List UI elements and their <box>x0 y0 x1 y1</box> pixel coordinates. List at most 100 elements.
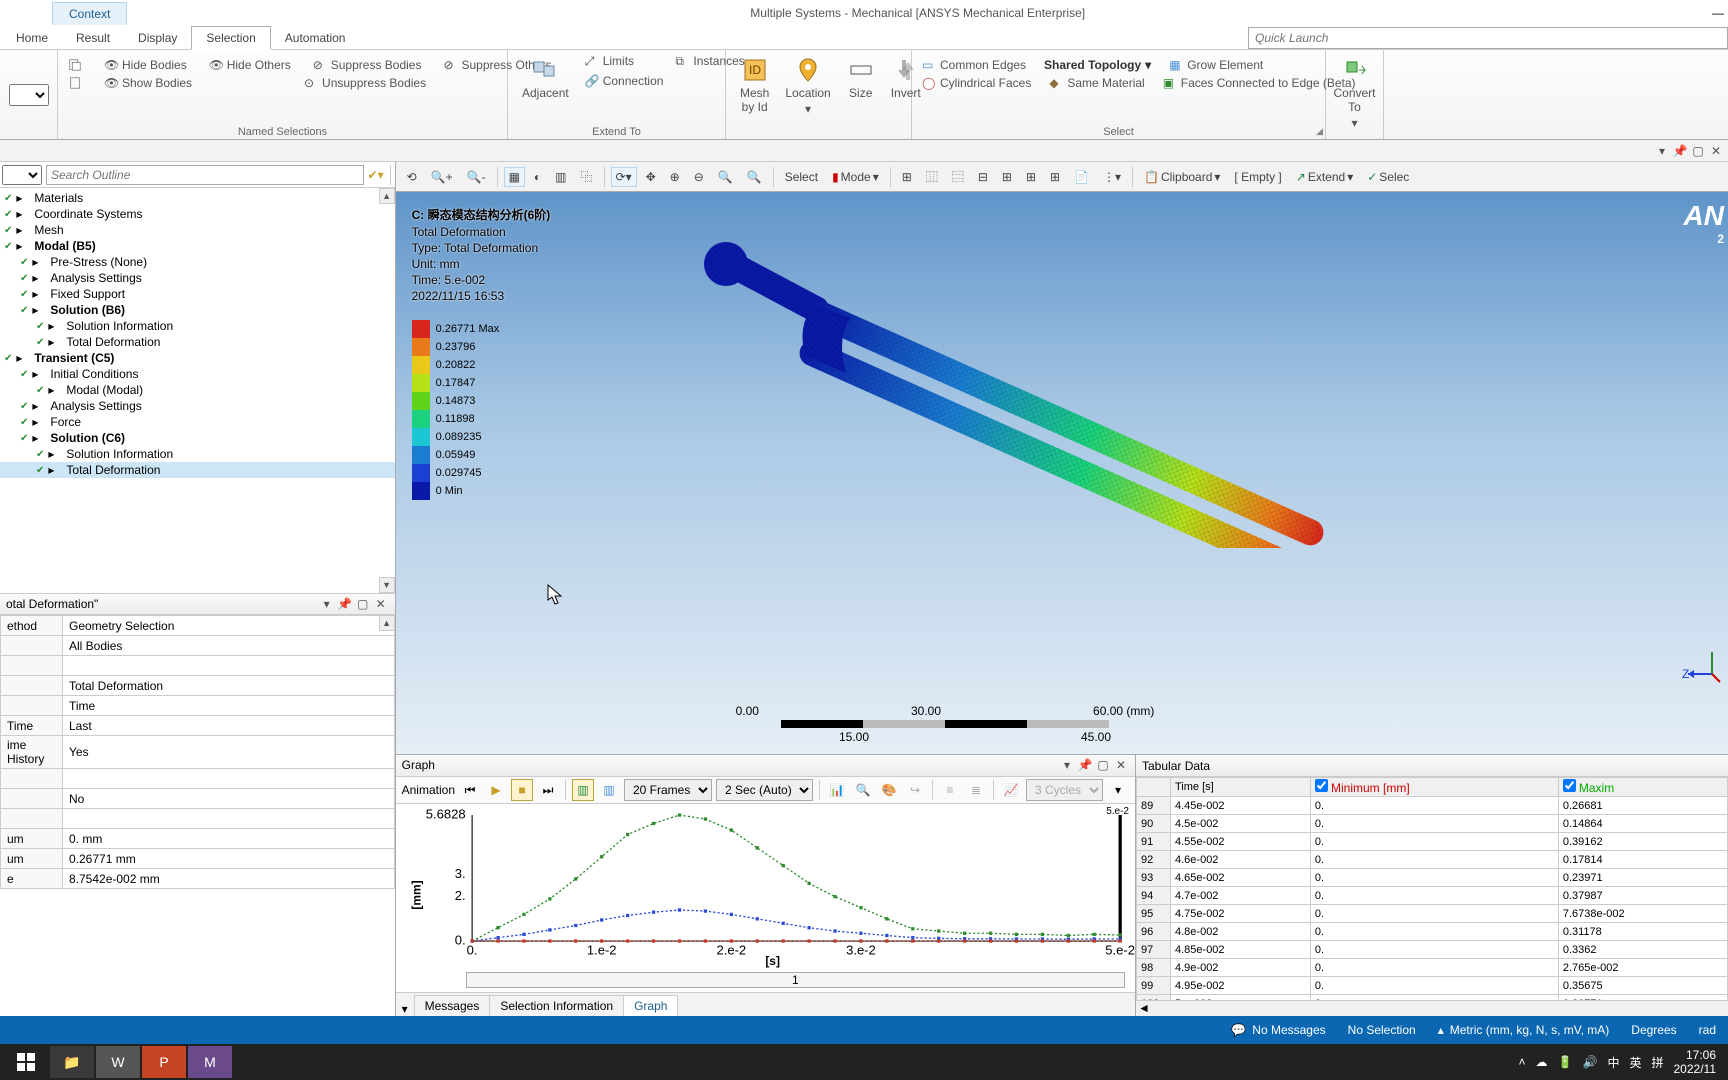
grow-element-button[interactable]: ▦Grow Element <box>1165 56 1267 74</box>
table-row[interactable]: 964.8e-0020.0.31178 <box>1137 923 1728 941</box>
tree-item[interactable]: ✔▸Coordinate Systems <box>0 206 395 222</box>
viewport-3d[interactable]: C: 瞬态模态结构分析(6阶) Total Deformation Type: … <box>396 192 1728 754</box>
table-row[interactable]: 924.6e-0020.0.17814 <box>1137 851 1728 869</box>
anim-last-icon[interactable]: ⏭ <box>537 779 559 801</box>
details-value[interactable]: 0. mm <box>63 829 395 849</box>
tray-cloud-icon[interactable]: ☁ <box>1536 1055 1548 1069</box>
graph-align-2-icon[interactable]: ≣ <box>965 779 987 801</box>
min-checkbox[interactable] <box>1315 779 1328 792</box>
graph-arrow-icon[interactable]: ↪ <box>904 779 926 801</box>
graph-chart-icon[interactable]: 📈 <box>1000 779 1022 801</box>
table-row[interactable]: 974.85e-0020.0.3362 <box>1137 941 1728 959</box>
details-value[interactable] <box>63 809 395 829</box>
tabular-body[interactable]: Time [s] Minimum [mm] Maxim 894.45e-0020… <box>1136 777 1728 1000</box>
sec-select[interactable]: 2 Sec (Auto) <box>716 779 813 801</box>
suppress-bodies-button[interactable]: ⊘Suppress Bodies <box>309 56 426 74</box>
select-dropdown[interactable]: ✓Selec <box>1362 167 1414 187</box>
details-value[interactable]: Last <box>63 716 395 736</box>
maximize-icon[interactable]: ▢ <box>1690 143 1706 159</box>
anim-mode-2-icon[interactable]: ▥ <box>598 779 620 801</box>
details-value[interactable] <box>63 656 395 676</box>
tree-item[interactable]: ✔▸Transient (C5) <box>0 350 395 366</box>
tab-selection-info[interactable]: Selection Information <box>489 995 624 1016</box>
scroll-down-icon[interactable]: ▼ <box>379 577 395 593</box>
extend-dropdown[interactable]: ↗Extend▾ <box>1291 167 1358 187</box>
tray-sound-icon[interactable]: 🔊 <box>1583 1055 1598 1069</box>
shared-topology-button[interactable]: Shared Topology▾ <box>1040 56 1155 74</box>
anim-mode-1-icon[interactable]: ▥ <box>572 779 594 801</box>
tree-item[interactable]: ✔▸Solution Information <box>0 446 395 462</box>
common-edges-button[interactable]: ▭Common Edges <box>918 56 1030 74</box>
hide-bodies-button[interactable]: 👁Hide Bodies <box>100 56 191 74</box>
details-grid[interactable]: ▲ ethodGeometry SelectionAll BodiesTotal… <box>0 615 395 1016</box>
tree-item[interactable]: ✔▸Solution Information <box>0 318 395 334</box>
tab-selection[interactable]: Selection <box>191 26 270 50</box>
zoom-fit-icon[interactable]: ⊕ <box>665 167 685 187</box>
table-row[interactable]: 894.45e-0020.0.26681 <box>1137 797 1728 815</box>
tree-item[interactable]: ✔▸Total Deformation <box>0 334 395 350</box>
frames-select[interactable]: 20 Frames <box>624 779 712 801</box>
ime-2[interactable]: 英 <box>1629 1054 1641 1071</box>
details-pin-icon[interactable]: 📌 <box>337 596 353 612</box>
vt-icon-2[interactable]: ⿲ <box>921 165 943 188</box>
copy-view-icon[interactable]: ⿻ <box>576 165 598 188</box>
scroll-up-icon[interactable]: ▲ <box>379 188 395 204</box>
size-button[interactable]: Size <box>839 52 883 120</box>
mode-dropdown[interactable]: ▮Mode▾ <box>827 167 884 187</box>
tree-item[interactable]: ✔▸Analysis Settings <box>0 398 395 414</box>
table-row[interactable]: 934.65e-0020.0.23971 <box>1137 869 1728 887</box>
tab-result[interactable]: Result <box>62 27 124 49</box>
powerpoint-icon[interactable]: P <box>142 1046 186 1078</box>
graph-dropdown-icon[interactable]: ▾ <box>1059 757 1075 773</box>
tree-item[interactable]: ✔▸Initial Conditions <box>0 366 395 382</box>
vt-icon-7[interactable]: ⊞ <box>1045 167 1065 187</box>
rotate-icon[interactable]: ⟳▾ <box>611 167 637 187</box>
tray-up-icon[interactable]: ˄ <box>1519 1055 1526 1069</box>
tree-item[interactable]: ✔▸Modal (B5) <box>0 238 395 254</box>
tab-graph[interactable]: Graph <box>623 995 678 1016</box>
anim-first-icon[interactable]: ⏮ <box>459 779 481 801</box>
table-row[interactable]: 914.55e-0020.0.39162 <box>1137 833 1728 851</box>
tab-automation[interactable]: Automation <box>271 27 360 49</box>
details-value[interactable] <box>63 769 395 789</box>
zoom-in-icon[interactable]: 🔍+ <box>426 167 458 187</box>
show-bodies-button[interactable]: 👁Show Bodies <box>100 74 196 92</box>
tree-item[interactable]: ✔▸Fixed Support <box>0 286 395 302</box>
search-clear-icon[interactable]: ✔▾ <box>368 168 384 182</box>
selection-dropdown[interactable] <box>9 84 49 106</box>
clipboard-dropdown[interactable]: 📋Clipboard▾ <box>1139 167 1225 187</box>
context-tab[interactable]: Context <box>52 2 127 25</box>
details-value[interactable]: All Bodies <box>63 636 395 656</box>
table-row[interactable]: 954.75e-0020.7.6738e-002 <box>1137 905 1728 923</box>
graph-slider[interactable]: 1 <box>466 972 1125 988</box>
outline-tree[interactable]: ▲ ▼ ✔▸Materials✔▸Coordinate Systems✔▸Mes… <box>0 188 395 593</box>
zoom-box-icon[interactable]: ⊖ <box>689 167 709 187</box>
vt-icon-6[interactable]: ⊞ <box>1021 167 1041 187</box>
unsuppress-bodies-button[interactable]: ⊙Unsuppress Bodies <box>300 74 430 92</box>
details-value[interactable]: Total Deformation <box>63 676 395 696</box>
triad-icon[interactable]: Z <box>1682 644 1722 684</box>
tab-home[interactable]: Home <box>2 27 62 49</box>
tab-messages[interactable]: Messages <box>414 995 491 1016</box>
table-row[interactable]: 944.7e-0020.0.37987 <box>1137 887 1728 905</box>
select-label[interactable]: Select <box>780 167 823 187</box>
location-button[interactable]: Location▾ <box>777 52 838 120</box>
outline-search-input[interactable] <box>46 165 364 185</box>
table-row[interactable]: 984.9e-0020.2.765e-002 <box>1137 959 1728 977</box>
details-value[interactable]: Yes <box>63 736 395 769</box>
details-scroll-up-icon[interactable]: ▲ <box>379 615 395 631</box>
tree-item[interactable]: ✔▸Pre-Stress (None) <box>0 254 395 270</box>
graph-more-icon[interactable]: ▾ <box>1107 779 1129 801</box>
table-row[interactable]: 904.5e-0020.0.14864 <box>1137 815 1728 833</box>
mechanical-icon[interactable]: M <box>188 1046 232 1078</box>
anim-stop-icon[interactable]: ■ <box>511 779 533 801</box>
zoom-icon[interactable]: 🔍 <box>713 167 738 187</box>
anim-play-icon[interactable]: ▶ <box>485 779 507 801</box>
details-value[interactable]: 0.26771 mm <box>63 849 395 869</box>
pin-icon[interactable]: 📌 <box>1672 143 1688 159</box>
col-min[interactable]: Minimum [mm] <box>1310 778 1558 797</box>
details-value[interactable]: Geometry Selection <box>63 616 395 636</box>
details-value[interactable]: 8.7542e-002 mm <box>63 869 395 889</box>
convert-to-button[interactable]: Convert To▾ <box>1332 52 1377 134</box>
cycles-select[interactable]: 3 Cycles <box>1026 779 1103 801</box>
